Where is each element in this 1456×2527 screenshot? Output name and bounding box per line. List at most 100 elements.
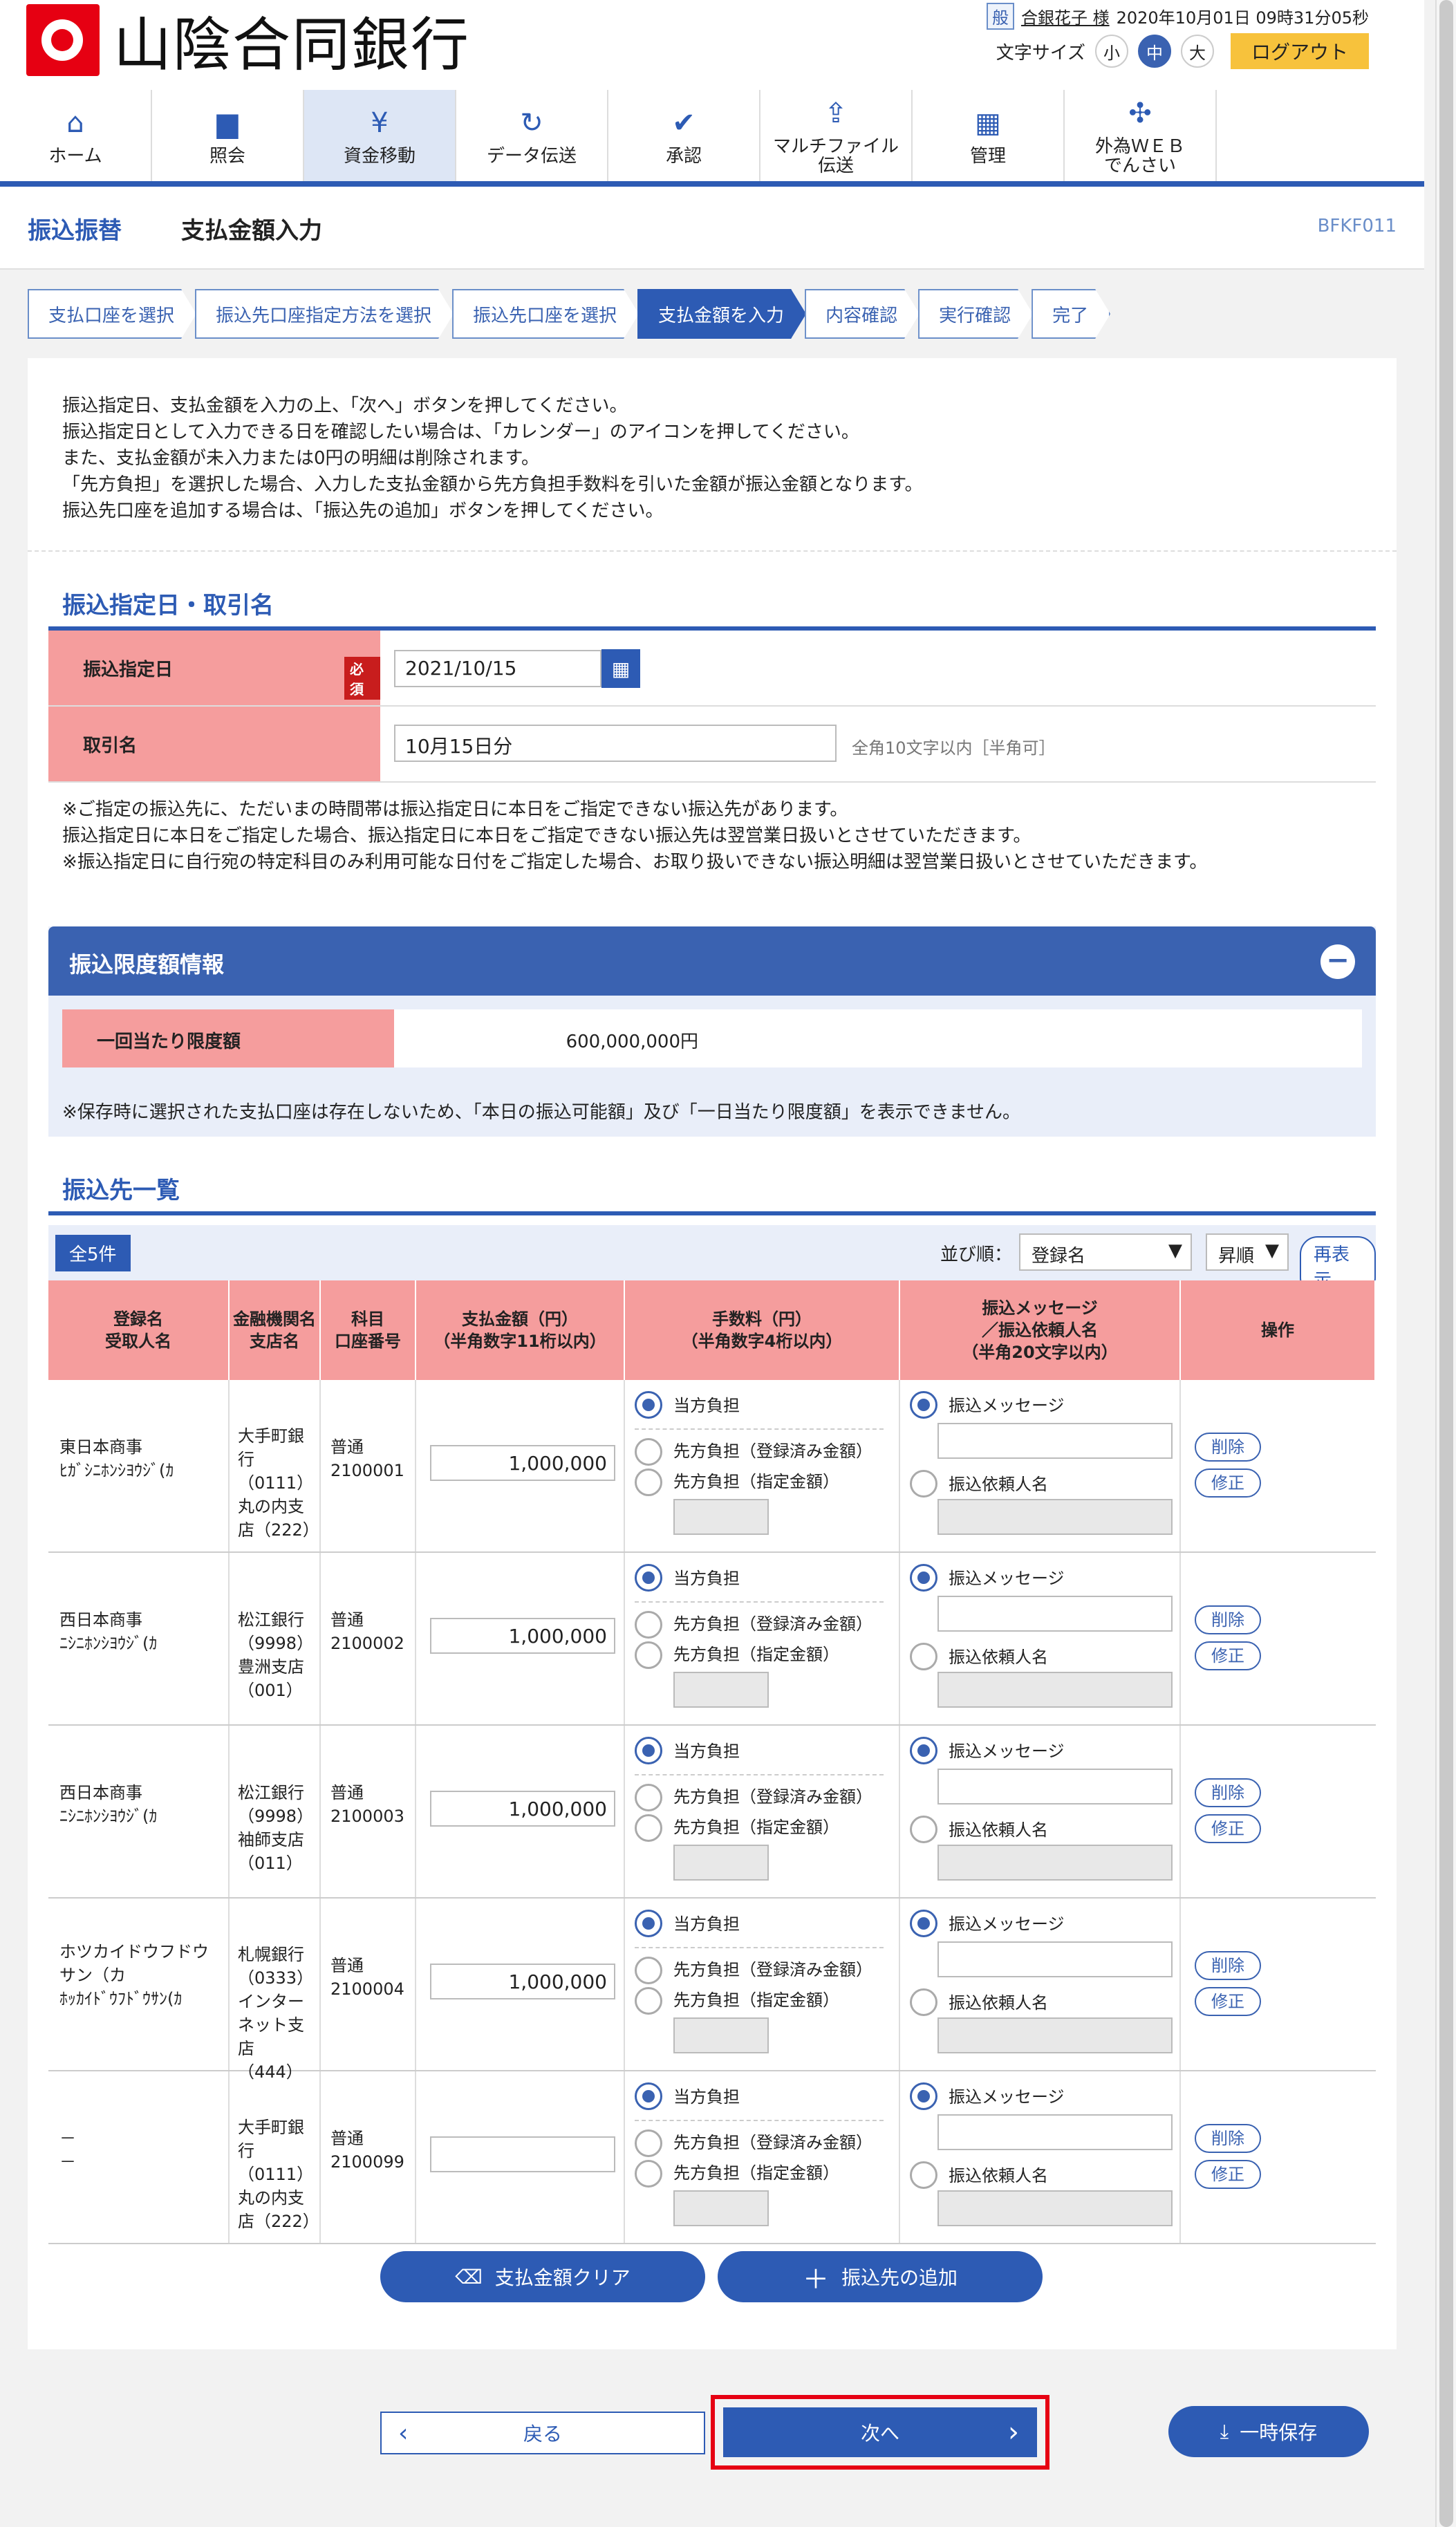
fee-payer-self-radio[interactable] <box>635 1737 662 1764</box>
requester-name-radio[interactable] <box>910 1643 937 1670</box>
fee-amount-input[interactable] <box>673 1499 769 1535</box>
requester-name-radio[interactable] <box>910 2161 937 2189</box>
fee-payer-self-radio[interactable] <box>635 1564 662 1592</box>
payment-amount-input[interactable] <box>430 2136 615 2172</box>
note-line: 振込指定日に本日をご指定した場合、振込指定日に本日をご指定できない振込先は翌営業… <box>62 826 1032 846</box>
fee-option-label: 先方負担（登録済み金額） <box>673 1787 872 1807</box>
fee-payer-recipient-specified-radio[interactable] <box>635 1468 662 1496</box>
transfer-message-radio[interactable] <box>910 2082 937 2110</box>
collapse-icon[interactable]: − <box>1320 944 1355 979</box>
requester-name-radio[interactable] <box>910 1988 937 2016</box>
nav-item-7[interactable]: ✣ 外為ＷＥＢ でんさい <box>1065 90 1217 181</box>
transfer-message-input[interactable] <box>937 1423 1173 1459</box>
requester-name-input[interactable] <box>937 1499 1173 1535</box>
fee-payer-recipient-specified-radio[interactable] <box>635 1641 662 1669</box>
limit-info-title: 振込限度額情報 <box>69 951 225 978</box>
fee-payer-recipient-registered-radio[interactable] <box>635 1438 662 1466</box>
page-scrollbar[interactable] <box>1435 0 1456 2527</box>
fee-amount-input[interactable] <box>673 2190 769 2226</box>
font-size-large-button[interactable]: 大 <box>1180 35 1214 68</box>
delete-button[interactable]: 削除 <box>1195 1605 1261 1634</box>
delete-button[interactable]: 削除 <box>1195 1951 1261 1980</box>
divider <box>635 1601 884 1603</box>
nav-item-1[interactable]: ▆ 照会 <box>152 90 304 181</box>
payment-amount-input[interactable]: 1,000,000 <box>430 1964 615 1999</box>
delete-button[interactable]: 削除 <box>1195 2124 1261 2153</box>
instruction-line: 「先方負担」を選択した場合、入力した支払金額から先方負担手数料を引いた金額が振込… <box>62 474 923 495</box>
nav-item-6[interactable]: ▦ 管理 <box>913 90 1065 181</box>
requester-name-input[interactable] <box>937 2190 1173 2226</box>
sort-order-select[interactable]: 昇順 ▼ <box>1206 1233 1289 1271</box>
edit-button[interactable]: 修正 <box>1195 1814 1261 1843</box>
scrollbar-thumb[interactable] <box>1439 0 1453 2527</box>
fee-amount-input[interactable] <box>673 1672 769 1708</box>
font-size-small-button[interactable]: 小 <box>1094 35 1128 68</box>
transaction-name-input[interactable]: 10月15日分 <box>394 725 837 762</box>
requester-name-radio[interactable] <box>910 1816 937 1843</box>
transfer-message-input[interactable] <box>937 1941 1173 1977</box>
nav-item-0[interactable]: ⌂ ホーム <box>0 90 152 181</box>
user-name-link[interactable]: 合銀花子 様 <box>1021 4 1110 28</box>
nav-item-4[interactable]: ✔ 承認 <box>608 90 760 181</box>
edit-button[interactable]: 修正 <box>1195 1468 1261 1498</box>
chevron-down-icon: ▼ <box>1265 1240 1279 1261</box>
fee-payer-self-radio[interactable] <box>635 1910 662 1937</box>
delete-button[interactable]: 削除 <box>1195 1778 1261 1807</box>
add-payee-button[interactable]: ＋ 振込先の追加 <box>718 2251 1043 2302</box>
back-button[interactable]: ‹ 戻る <box>380 2412 705 2454</box>
bank-branch: 札幌銀行（0333） インターネット支店 （444） <box>230 1899 321 2082</box>
fee-payer-recipient-specified-radio[interactable] <box>635 1987 662 2015</box>
transfer-date-row: 振込指定日 必須 2021/10/15 ▦ <box>48 631 1376 707</box>
chevron-down-icon: ▼ <box>1168 1240 1182 1261</box>
requester-name-input[interactable] <box>937 1672 1173 1708</box>
fee-amount-input[interactable] <box>673 1845 769 1881</box>
transfer-date-input[interactable]: 2021/10/15 <box>394 650 601 687</box>
sort-key-select[interactable]: 登録名 ▼ <box>1019 1233 1192 1271</box>
column-header: 金融機関名 支店名 <box>230 1280 321 1380</box>
nav-item-2[interactable]: ¥ 資金移動 <box>304 90 456 181</box>
transfer-message-input[interactable] <box>937 1769 1173 1805</box>
font-size-medium-button[interactable]: 中 <box>1137 35 1171 68</box>
step-5: 実行確認 <box>918 289 1033 339</box>
edit-button[interactable]: 修正 <box>1195 1987 1261 2016</box>
instruction-line: 振込指定日として入力できる日を確認したい場合は、「カレンダー」のアイコンを押して… <box>62 422 859 442</box>
payment-amount-input[interactable]: 1,000,000 <box>430 1791 615 1827</box>
fee-payer-recipient-registered-radio[interactable] <box>635 1784 662 1811</box>
transaction-name-label: 取引名 <box>48 707 380 781</box>
download-icon: ⤓ <box>1220 2420 1229 2443</box>
payment-amount-input[interactable]: 1,000,000 <box>430 1445 615 1481</box>
requester-name-radio[interactable] <box>910 1470 937 1498</box>
table-row: ホツカイドウフドウ サン（カ ﾎｯｶｲﾄﾞｳﾌﾄﾞｳｻﾝ(ｶ 札幌銀行（0333）… <box>48 1899 1376 2082</box>
fee-payer-recipient-registered-radio[interactable] <box>635 1957 662 1984</box>
transfer-message-input[interactable] <box>937 2114 1173 2150</box>
fee-payer-recipient-specified-radio[interactable] <box>635 1814 662 1842</box>
nav-item-3[interactable]: ↻ データ伝送 <box>456 90 608 181</box>
fee-payer-self-radio[interactable] <box>635 2082 662 2110</box>
temporary-save-button[interactable]: ⤓ 一時保存 <box>1168 2406 1369 2457</box>
amount-cell: 1,000,000 <box>416 1726 625 1897</box>
fee-amount-input[interactable] <box>673 2017 769 2053</box>
edit-button[interactable]: 修正 <box>1195 1641 1261 1670</box>
limit-info-header[interactable]: 振込限度額情報 − <box>48 926 1376 996</box>
fee-payer-recipient-specified-radio[interactable] <box>635 2160 662 2188</box>
clear-amount-button[interactable]: ⌫ 支払金額クリア <box>380 2251 705 2302</box>
payment-amount-input[interactable]: 1,000,000 <box>430 1618 615 1654</box>
delete-button[interactable]: 削除 <box>1195 1433 1261 1462</box>
transfer-message-radio[interactable] <box>910 1910 937 1937</box>
fee-payer-recipient-registered-radio[interactable] <box>635 1611 662 1639</box>
transfer-message-radio[interactable] <box>910 1737 937 1764</box>
fee-payer-self-radio[interactable] <box>635 1391 662 1419</box>
edit-button[interactable]: 修正 <box>1195 2160 1261 2189</box>
step-2: 振込先口座を選択 <box>452 289 639 339</box>
transfer-message-radio[interactable] <box>910 1564 937 1592</box>
requester-name-input[interactable] <box>937 2017 1173 2053</box>
nav-item-5[interactable]: ⇪ マルチファイル 伝送 <box>760 90 913 181</box>
logout-button[interactable]: ログアウト <box>1230 33 1369 69</box>
fee-payer-recipient-registered-radio[interactable] <box>635 2129 662 2157</box>
transfer-message-input[interactable] <box>937 1596 1173 1632</box>
requester-name-input[interactable] <box>937 1845 1173 1881</box>
calendar-icon[interactable]: ▦ <box>601 649 640 688</box>
fee-option-label: 当方負担 <box>673 1569 740 1588</box>
next-button[interactable]: 次へ › <box>723 2407 1037 2457</box>
transfer-message-radio[interactable] <box>910 1391 937 1419</box>
